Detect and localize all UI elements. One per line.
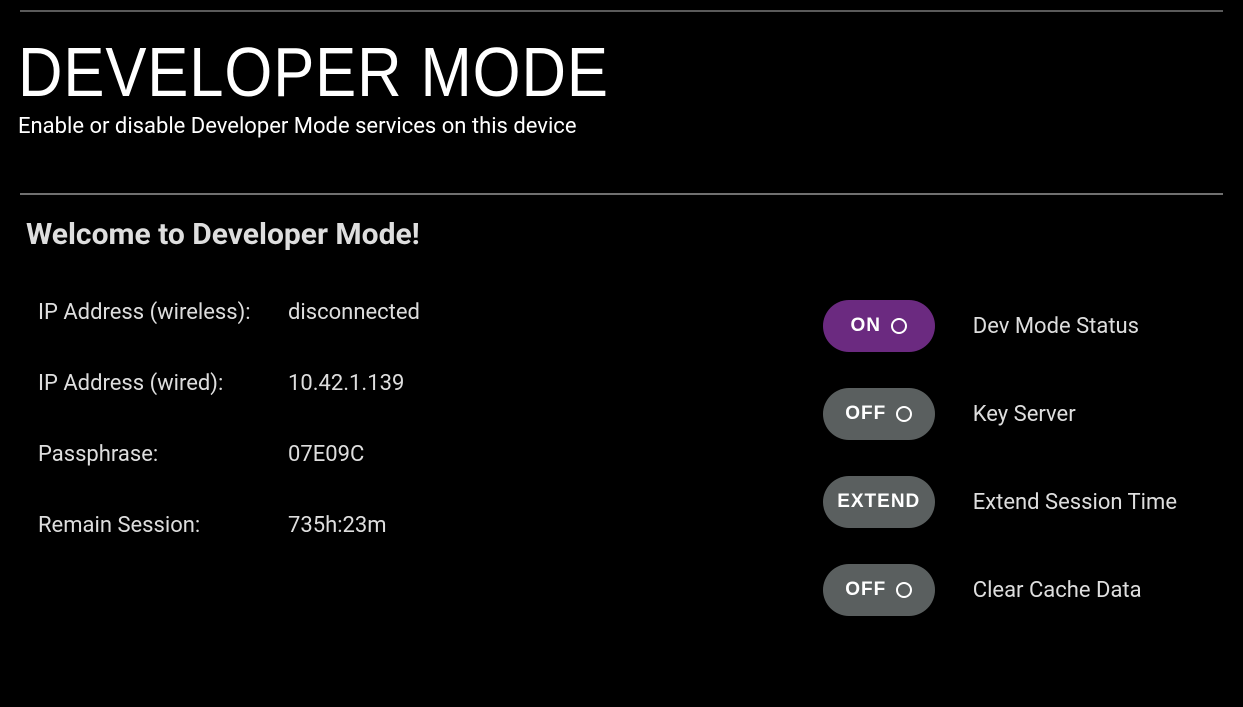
extend-session-label: Extend Session Time	[973, 490, 1177, 515]
body-grid: IP Address (wireless): disconnected IP A…	[26, 300, 1217, 616]
remain-session-value: 735h:23m	[288, 513, 420, 538]
extend-session-button[interactable]: EXTEND	[823, 476, 935, 528]
extend-button-label: EXTEND	[837, 491, 920, 513]
dev-mode-toggle[interactable]: ON	[823, 300, 935, 352]
key-server-toggle[interactable]: OFF	[823, 388, 935, 440]
toggle-indicator-icon	[891, 318, 907, 334]
ip-wired-label: IP Address (wired):	[38, 371, 288, 396]
key-server-label: Key Server	[973, 402, 1076, 427]
clear-cache-label: Clear Cache Data	[973, 578, 1142, 603]
passphrase-value: 07E09C	[288, 442, 420, 467]
welcome-heading: Welcome to Developer Mode!	[26, 217, 1217, 252]
extend-session-row: EXTEND Extend Session Time	[823, 476, 1177, 528]
dev-mode-row: ON Dev Mode Status	[823, 300, 1177, 352]
passphrase-label: Passphrase:	[38, 442, 288, 467]
header: DEVELOPER MODE Enable or disable Develop…	[0, 12, 1243, 149]
content: Welcome to Developer Mode! IP Address (w…	[0, 195, 1243, 616]
toggle-indicator-icon	[896, 406, 912, 422]
toggle-state-label: OFF	[845, 403, 886, 425]
ip-wireless-label: IP Address (wireless):	[38, 300, 288, 325]
page-title: DEVELOPER MODE	[18, 32, 1078, 112]
toggle-state-label: OFF	[845, 579, 886, 601]
ip-wired-value: 10.42.1.139	[288, 371, 420, 396]
remain-session-label: Remain Session:	[38, 513, 288, 538]
clear-cache-row: OFF Clear Cache Data	[823, 564, 1177, 616]
toggle-state-label: ON	[851, 315, 882, 337]
page-subtitle: Enable or disable Developer Mode service…	[18, 114, 1223, 139]
toggle-indicator-icon	[896, 582, 912, 598]
controls-column: ON Dev Mode Status OFF Key Server EXTEND…	[823, 300, 1217, 616]
key-server-row: OFF Key Server	[823, 388, 1177, 440]
clear-cache-toggle[interactable]: OFF	[823, 564, 935, 616]
ip-wireless-value: disconnected	[288, 300, 420, 325]
info-column: IP Address (wireless): disconnected IP A…	[26, 300, 420, 616]
dev-mode-label: Dev Mode Status	[973, 314, 1139, 339]
